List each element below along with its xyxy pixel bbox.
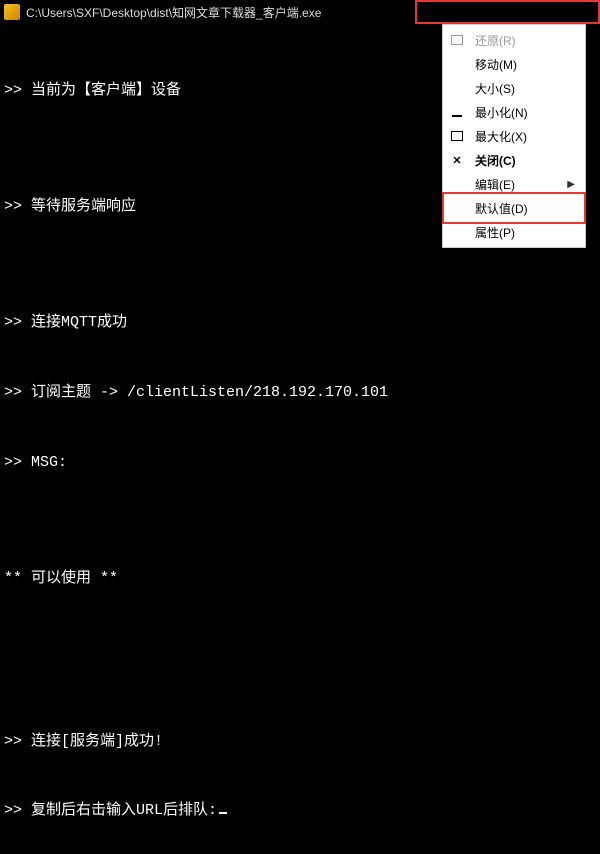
window-title: C:\Users\SXF\Desktop\dist\知网文章下载器_客户端.ex… bbox=[26, 4, 321, 21]
console-line: >> 订阅主题 -> /clientListen/218.192.170.101 bbox=[4, 381, 596, 404]
menu-label: 属性(P) bbox=[475, 224, 575, 241]
console-line: >> MSG: bbox=[4, 451, 596, 474]
blank-icon bbox=[449, 200, 465, 216]
window-context-menu: 还原(R) 移动(M) 大小(S) 最小化(N) 最大化(X) 关闭(C) 编辑… bbox=[442, 24, 586, 248]
console-line: >> 连接MQTT成功 bbox=[4, 311, 596, 334]
menu-label: 移动(M) bbox=[475, 56, 575, 73]
blank-icon bbox=[449, 80, 465, 96]
menu-label: 编辑(E) bbox=[475, 176, 557, 193]
menu-item-maximize[interactable]: 最大化(X) bbox=[443, 124, 585, 148]
console-line: >> 连接[服务端]成功! bbox=[4, 730, 596, 753]
menu-item-properties[interactable]: 属性(P) bbox=[443, 220, 585, 244]
menu-label: 还原(R) bbox=[475, 32, 575, 49]
menu-label: 关闭(C) bbox=[475, 152, 575, 169]
chevron-right-icon: ▶ bbox=[567, 179, 575, 190]
menu-item-minimize[interactable]: 最小化(N) bbox=[443, 100, 585, 124]
console-line: ** 可以使用 ** bbox=[4, 567, 596, 590]
menu-label: 最大化(X) bbox=[475, 128, 575, 145]
blank-icon bbox=[449, 176, 465, 192]
menu-item-restore: 还原(R) bbox=[443, 28, 585, 52]
menu-item-close[interactable]: 关闭(C) bbox=[443, 148, 585, 172]
blank-icon bbox=[449, 56, 465, 72]
menu-label: 大小(S) bbox=[475, 80, 575, 97]
menu-item-defaults[interactable]: 默认值(D) bbox=[443, 196, 585, 220]
console-line: >> 复制后右击输入URL后排队: bbox=[4, 799, 596, 822]
menu-item-size[interactable]: 大小(S) bbox=[443, 76, 585, 100]
menu-label: 最小化(N) bbox=[475, 104, 575, 121]
maximize-icon bbox=[449, 128, 465, 144]
menu-item-move[interactable]: 移动(M) bbox=[443, 52, 585, 76]
close-icon bbox=[449, 152, 465, 168]
menu-label: 默认值(D) bbox=[475, 200, 575, 217]
menu-item-edit[interactable]: 编辑(E) ▶ bbox=[443, 172, 585, 196]
blank-icon bbox=[449, 224, 465, 240]
restore-icon bbox=[449, 32, 465, 48]
titlebar[interactable]: C:\Users\SXF\Desktop\dist\知网文章下载器_客户端.ex… bbox=[0, 0, 600, 24]
app-icon bbox=[4, 4, 20, 20]
text-cursor bbox=[219, 812, 227, 814]
minimize-icon bbox=[449, 104, 465, 120]
